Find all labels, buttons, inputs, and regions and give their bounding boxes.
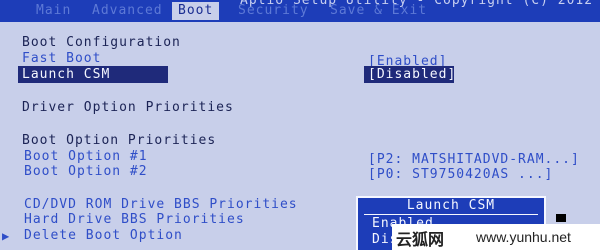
tab-main[interactable]: Main — [30, 2, 77, 20]
tab-security[interactable]: Security — [232, 2, 315, 20]
popup-divider — [364, 214, 538, 215]
popup-title: Launch CSM — [406, 198, 496, 213]
bios-header: Aptio Setup Utility - Copyright (C) 2012… — [0, 0, 600, 24]
watermark-url: www.yunhu.net — [476, 229, 571, 245]
tab-advanced[interactable]: Advanced — [86, 2, 169, 20]
watermark-banner: 云狐网 www.yunhu.net — [392, 224, 600, 250]
boot-option-1-value[interactable]: [P2: MATSHITADVD-RAM...] — [368, 152, 580, 167]
launch-csm-value[interactable]: [Disabled] — [368, 67, 456, 82]
boot-option-priorities-heading: Boot Option Priorities — [22, 133, 217, 148]
tab-save-exit[interactable]: Save & Exit — [324, 2, 433, 20]
watermark-logo: 云狐网 — [396, 230, 445, 249]
boot-option-2-value[interactable]: [P0: ST9750420AS ...] — [368, 167, 553, 182]
fast-boot-label[interactable]: Fast Boot — [22, 51, 101, 66]
boot-option-2-label[interactable]: Boot Option #2 — [24, 164, 148, 179]
tab-boot[interactable]: Boot — [172, 2, 220, 20]
delete-boot-option[interactable]: Delete Boot Option — [24, 228, 183, 243]
cd-dvd-bbs-priorities[interactable]: CD/DVD ROM Drive BBS Priorities — [24, 197, 298, 212]
driver-option-priorities-heading: Driver Option Priorities — [22, 100, 234, 115]
boot-option-1-label[interactable]: Boot Option #1 — [24, 149, 148, 164]
bios-screen: Aptio Setup Utility - Copyright (C) 2012… — [0, 0, 600, 250]
boot-configuration-heading: Boot Configuration — [22, 35, 181, 50]
submenu-arrow-icon: ▶ — [2, 229, 10, 243]
scroll-indicator — [556, 214, 566, 222]
hard-drive-bbs-priorities[interactable]: Hard Drive BBS Priorities — [24, 212, 245, 227]
launch-csm-label[interactable]: Launch CSM — [22, 67, 110, 82]
